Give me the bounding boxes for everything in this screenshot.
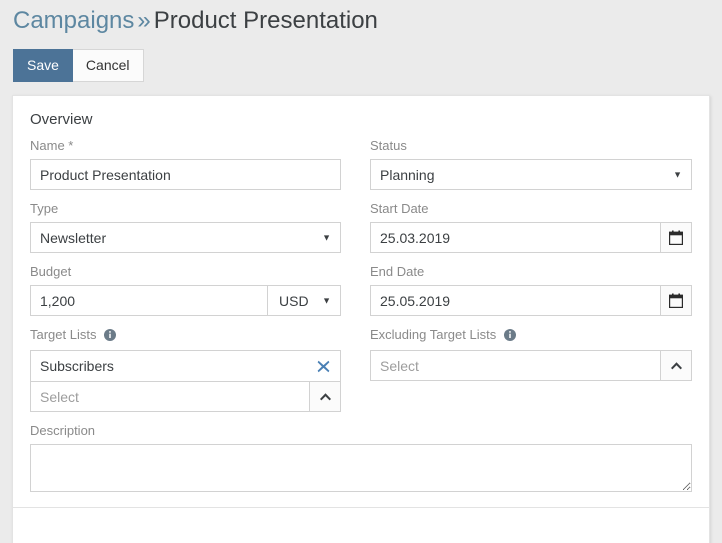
target-lists-label: Target Lists bbox=[30, 327, 341, 345]
type-select[interactable]: Newsletter ▼ bbox=[30, 222, 341, 253]
form-row: Name * Status Planning ▼ bbox=[30, 138, 692, 190]
field-description: Description bbox=[13, 423, 709, 492]
currency-select[interactable]: USD ▼ bbox=[267, 285, 341, 316]
form-row: Budget USD ▼ End Date bbox=[30, 264, 692, 316]
end-date-picker-button[interactable] bbox=[660, 285, 692, 316]
field-end-date: End Date bbox=[361, 264, 692, 316]
overview-form: Name * Status Planning ▼ Type Newsletter… bbox=[13, 129, 709, 412]
excluding-target-lists-label-text: Excluding Target Lists bbox=[370, 327, 496, 342]
chevron-down-icon: ▼ bbox=[322, 296, 331, 305]
target-lists-search-input[interactable] bbox=[30, 381, 309, 412]
start-date-label: Start Date bbox=[370, 201, 692, 217]
target-lists-toggle-button[interactable] bbox=[309, 381, 341, 412]
status-select[interactable]: Planning ▼ bbox=[370, 159, 692, 190]
chevron-up-icon bbox=[319, 392, 332, 401]
end-date-label: End Date bbox=[370, 264, 692, 280]
start-date-group bbox=[370, 222, 692, 253]
type-selected-value: Newsletter bbox=[40, 230, 106, 246]
field-excluding-target-lists: Excluding Target Lists bbox=[361, 327, 692, 412]
budget-group: USD ▼ bbox=[30, 285, 341, 316]
excluding-target-lists-label: Excluding Target Lists bbox=[370, 327, 692, 345]
field-type: Type Newsletter ▼ bbox=[30, 201, 361, 253]
description-textarea[interactable] bbox=[30, 444, 692, 492]
excluding-target-lists-select-row bbox=[370, 350, 692, 381]
field-target-lists: Target Lists Subscribers bbox=[30, 327, 361, 412]
overview-panel: Overview Name * Status Planning ▼ Type N… bbox=[12, 95, 710, 543]
breadcrumb: Campaigns»Product Presentation bbox=[0, 0, 722, 36]
end-date-input[interactable] bbox=[370, 285, 660, 316]
chevron-up-icon bbox=[670, 361, 683, 370]
budget-label: Budget bbox=[30, 264, 341, 280]
start-date-picker-button[interactable] bbox=[660, 222, 692, 253]
close-icon[interactable] bbox=[315, 358, 331, 374]
field-start-date: Start Date bbox=[361, 201, 692, 253]
start-date-input[interactable] bbox=[370, 222, 660, 253]
field-status: Status Planning ▼ bbox=[361, 138, 692, 190]
target-lists-selected-item: Subscribers bbox=[30, 350, 341, 381]
panel-divider bbox=[13, 507, 709, 508]
cancel-button[interactable]: Cancel bbox=[73, 49, 144, 82]
name-input[interactable] bbox=[30, 159, 341, 190]
calendar-icon bbox=[669, 293, 683, 308]
form-row: Target Lists Subscribers bbox=[30, 327, 692, 412]
name-label: Name * bbox=[30, 138, 341, 154]
status-label: Status bbox=[370, 138, 692, 154]
field-name: Name * bbox=[30, 138, 361, 190]
status-selected-value: Planning bbox=[380, 167, 435, 183]
form-row: Type Newsletter ▼ Start Date bbox=[30, 201, 692, 253]
action-button-group: Save Cancel bbox=[13, 49, 722, 82]
excluding-target-lists-search-input[interactable] bbox=[370, 350, 660, 381]
excluding-target-lists-toggle-button[interactable] bbox=[660, 350, 692, 381]
info-icon[interactable] bbox=[504, 329, 516, 345]
save-button[interactable]: Save bbox=[13, 49, 73, 82]
field-budget: Budget USD ▼ bbox=[30, 264, 361, 316]
breadcrumb-link-campaigns[interactable]: Campaigns bbox=[13, 7, 134, 34]
budget-input[interactable] bbox=[30, 285, 267, 316]
description-label: Description bbox=[30, 423, 692, 439]
calendar-icon bbox=[669, 230, 683, 245]
breadcrumb-separator: » bbox=[137, 7, 150, 34]
panel-title: Overview bbox=[13, 96, 709, 129]
type-label: Type bbox=[30, 201, 341, 217]
target-lists-label-text: Target Lists bbox=[30, 327, 96, 342]
chevron-down-icon: ▼ bbox=[673, 170, 682, 179]
info-icon[interactable] bbox=[104, 329, 116, 345]
page-title: Product Presentation bbox=[154, 7, 378, 34]
chevron-down-icon: ▼ bbox=[322, 233, 331, 242]
currency-selected-value: USD bbox=[279, 293, 309, 309]
target-lists-select-row bbox=[30, 381, 341, 412]
list-item-label: Subscribers bbox=[40, 358, 315, 374]
end-date-group bbox=[370, 285, 692, 316]
